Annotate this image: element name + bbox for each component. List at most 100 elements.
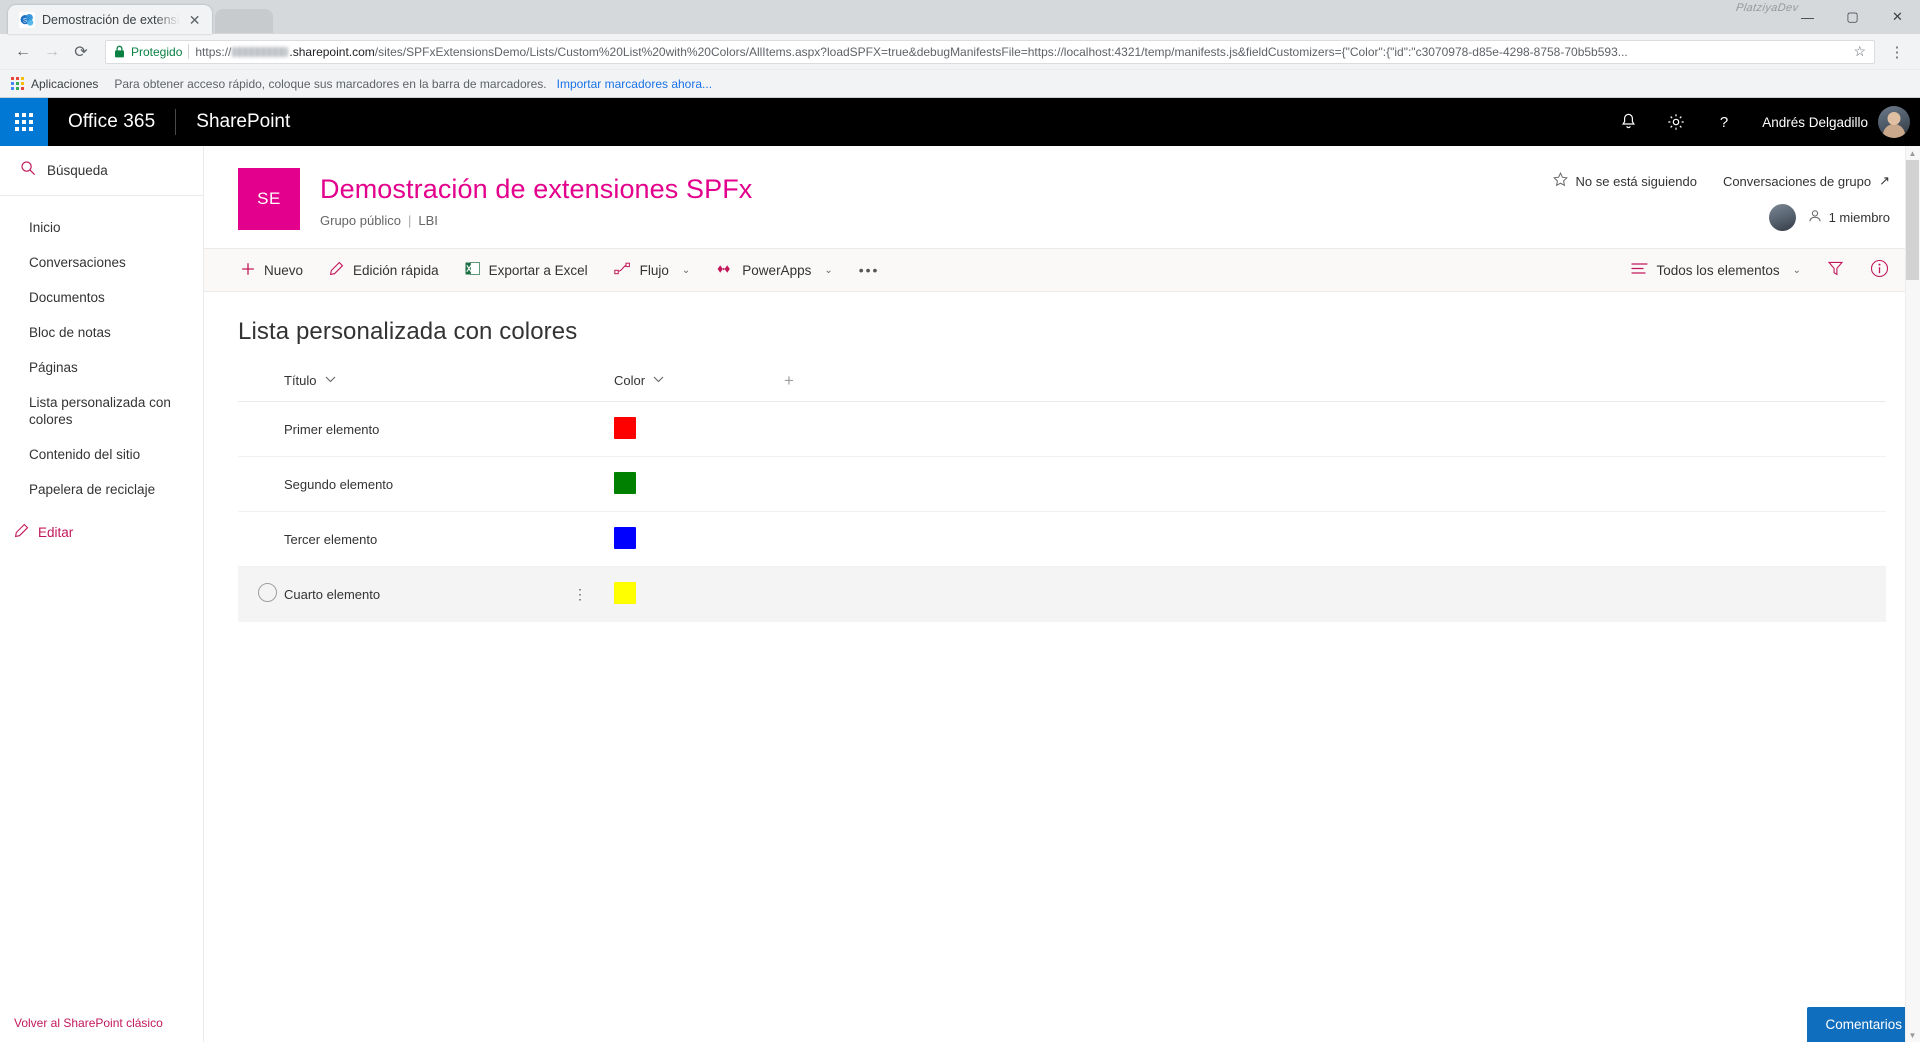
ellipsis-icon: ••• — [858, 262, 880, 278]
apps-grid-icon — [10, 77, 24, 91]
scrollbar[interactable]: ▲ ▼ — [1905, 146, 1920, 1042]
list-title: Lista personalizada con colores — [238, 318, 578, 345]
window-close-button[interactable]: ✕ — [1875, 0, 1920, 34]
export-to-excel-button[interactable]: Exportar a Excel — [452, 248, 601, 292]
forward-icon[interactable]: → — [39, 39, 65, 65]
info-button[interactable] — [1857, 248, 1902, 292]
row-title-cell[interactable]: Segundo elemento — [284, 456, 614, 512]
search-label: Búsqueda — [47, 163, 108, 178]
view-selector-button[interactable]: Todos los elementos ⌄ — [1618, 248, 1814, 292]
site-header-actions: No se está siguiendo Conversaciones de g… — [1552, 172, 1890, 231]
chevron-down-icon: ⌄ — [1792, 264, 1801, 276]
table-row[interactable]: Segundo elemento — [238, 456, 1886, 512]
filter-button[interactable] — [1814, 248, 1857, 292]
row-checkbox[interactable] — [258, 583, 277, 602]
site-subtitle: Grupo público | LBI — [320, 206, 752, 228]
powerapps-button[interactable]: PowerApps ⌄ — [703, 248, 845, 292]
column-header-titulo[interactable]: Título — [284, 372, 614, 402]
new-tab-button[interactable] — [214, 9, 273, 33]
row-checkbox-cell[interactable] — [238, 456, 284, 512]
new-button[interactable]: Nuevo — [228, 248, 316, 292]
sidebar-item-inicio[interactable]: Inicio — [0, 210, 203, 245]
select-all-header[interactable] — [238, 372, 284, 402]
office365-suite-bar: Office 365 SharePoint ? Andrés Delgadill… — [0, 98, 1920, 146]
group-conversations-link[interactable]: Conversaciones de grupo ↗ — [1723, 173, 1890, 189]
quick-edit-button[interactable]: Edición rápida — [316, 248, 452, 292]
browser-toolbar: ← → ⟳ Protegido https://.sharepoint.com/… — [0, 34, 1920, 70]
table-row[interactable]: Tercer elemento — [238, 511, 1886, 567]
sidebar-item-bloc-de-notas[interactable]: Bloc de notas — [0, 315, 203, 350]
row-spacer-cell — [784, 456, 1886, 512]
scroll-up-icon[interactable]: ▲ — [1906, 146, 1919, 160]
site-header-actions-row: No se está siguiendo Conversaciones de g… — [1552, 172, 1890, 190]
row-spacer-cell — [784, 401, 1886, 457]
reload-icon[interactable]: ⟳ — [68, 39, 94, 65]
row-checkbox-cell[interactable] — [238, 566, 284, 622]
search-input[interactable]: Búsqueda — [0, 146, 203, 196]
close-icon[interactable]: ✕ — [187, 12, 203, 28]
site-members-row[interactable]: 1 miembro — [1768, 204, 1890, 231]
row-title: Primer elemento — [284, 421, 380, 437]
command-bar: Nuevo Edición rápida Exportar a Excel Fl… — [204, 248, 1920, 292]
member-count: 1 miembro — [1808, 209, 1890, 226]
excel-icon — [465, 261, 480, 279]
table-row[interactable]: Primer elemento — [238, 401, 1886, 457]
sidebar-item-lista-personalizada-con-colores[interactable]: Lista personalizada con colores — [0, 385, 203, 437]
row-checkbox-cell[interactable] — [238, 401, 284, 457]
column-header-titulo-label: Título — [284, 373, 317, 388]
import-bookmarks-link[interactable]: Importar marcadores ahora... — [557, 77, 712, 91]
maximize-button[interactable]: ▢ — [1830, 0, 1875, 34]
table-row[interactable]: Cuarto elemento ⋮ — [238, 566, 1886, 622]
secure-label: Protegido — [131, 44, 183, 59]
office365-brand[interactable]: Office 365 — [48, 111, 175, 133]
sidebar-item-papelera-de-reciclaje[interactable]: Papelera de reciclaje — [0, 472, 203, 507]
flow-button[interactable]: Flujo ⌄ — [601, 248, 704, 292]
edit-navigation-button[interactable]: Editar — [0, 513, 203, 551]
svg-text:?: ? — [1720, 114, 1728, 131]
row-title-cell[interactable]: Tercer elemento — [284, 511, 614, 567]
back-icon[interactable]: ← — [10, 39, 36, 65]
export-to-excel-label: Exportar a Excel — [488, 262, 588, 278]
sidebar-item-conversaciones[interactable]: Conversaciones — [0, 245, 203, 280]
classic-sharepoint-link[interactable]: Volver al SharePoint clásico — [14, 1016, 163, 1030]
row-color-cell — [614, 401, 784, 457]
row-actions-icon[interactable]: ⋮ — [573, 587, 588, 601]
user-menu[interactable]: Andrés Delgadillo — [1748, 98, 1920, 146]
flow-label: Flujo — [639, 262, 669, 278]
bookmark-star-icon[interactable]: ☆ — [1849, 43, 1866, 60]
scrollbar-thumb[interactable] — [1906, 160, 1919, 280]
address-bar[interactable]: Protegido https://.sharepoint.com/sites/… — [105, 39, 1875, 64]
row-title-cell[interactable]: Cuarto elemento ⋮ — [284, 566, 614, 622]
app-launcher-icon[interactable] — [0, 98, 48, 146]
scroll-down-icon[interactable]: ▼ — [1906, 1028, 1919, 1042]
sidebar-item-paginas[interactable]: Páginas — [0, 350, 203, 385]
browser-menu-icon[interactable]: ⋮ — [1884, 39, 1910, 65]
column-header-color[interactable]: Color — [614, 372, 784, 402]
sharepoint-brand[interactable]: SharePoint — [176, 111, 310, 133]
command-bar-right: Todos los elementos ⌄ — [1618, 248, 1920, 292]
site-header: SE Demostración de extensiones SPFx Grup… — [204, 146, 1920, 231]
feedback-button[interactable]: Comentarios — [1807, 1007, 1920, 1042]
browser-tab[interactable]: S Demostración de extensi ✕ — [8, 5, 212, 34]
sidebar-item-documentos[interactable]: Documentos — [0, 280, 203, 315]
table-header-row: Título Color + — [238, 372, 1886, 402]
filter-icon — [1827, 260, 1844, 280]
minimize-button[interactable]: — — [1785, 0, 1830, 34]
color-swatch — [614, 526, 636, 549]
sidebar-item-contenido-del-sitio[interactable]: Contenido del sitio — [0, 437, 203, 472]
page-title[interactable]: Demostración de extensiones SPFx — [320, 172, 752, 206]
help-icon[interactable]: ? — [1700, 98, 1748, 146]
row-checkbox-cell[interactable] — [238, 511, 284, 567]
follow-button[interactable]: No se está siguiendo — [1552, 172, 1697, 190]
overflow-menu-button[interactable]: ••• — [846, 248, 893, 292]
row-title-cell[interactable]: Primer elemento — [284, 401, 614, 457]
add-column-button[interactable]: + — [784, 372, 1886, 402]
gear-icon[interactable] — [1652, 98, 1700, 146]
pencil-icon — [14, 523, 29, 541]
list-view-icon — [1630, 262, 1648, 278]
bell-icon[interactable] — [1604, 98, 1652, 146]
bookmark-apps-button[interactable]: Aplicaciones — [10, 77, 98, 91]
bookmarks-hint: Para obtener acceso rápido, coloque sus … — [114, 76, 547, 91]
window-controls: — ▢ ✕ — [1785, 0, 1920, 34]
row-color-cell — [614, 511, 784, 567]
